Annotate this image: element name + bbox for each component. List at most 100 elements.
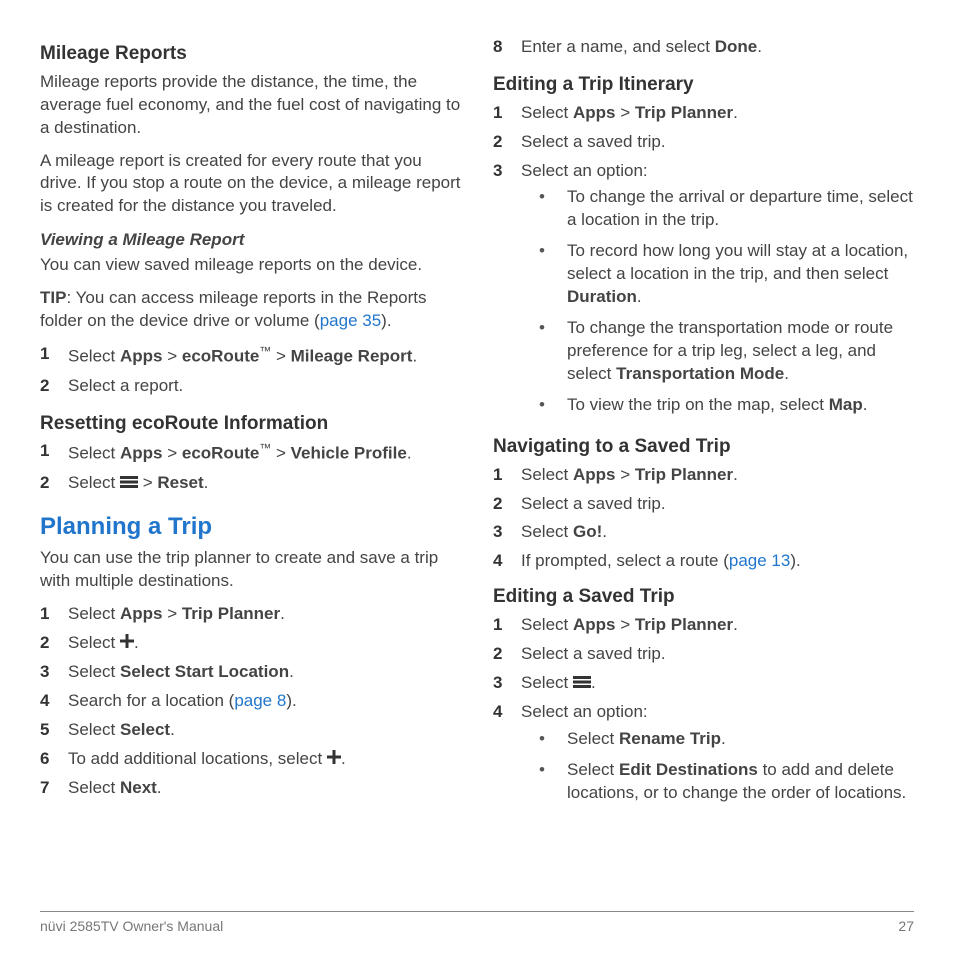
navigating-saved-trip-heading: Navigating to a Saved Trip — [493, 435, 914, 460]
plus-icon — [120, 632, 134, 655]
list-item: 8 Enter a name, and select Done. — [493, 36, 914, 59]
plus-icon — [327, 748, 341, 771]
step-body: Select Apps > Trip Planner. — [521, 102, 914, 125]
step-body: Select Apps > Trip Planner. — [521, 614, 914, 637]
tip-paragraph: TIP: You can access mileage reports in t… — [40, 287, 461, 333]
step-number: 3 — [493, 672, 521, 695]
right-column: 8 Enter a name, and select Done. Editing… — [493, 36, 914, 901]
list-item: • To record how long you will stay at a … — [521, 240, 914, 309]
list-item: • To change the transportation mode or r… — [521, 317, 914, 386]
edit-saved-steps: 1 Select Apps > Trip Planner. 2 Select a… — [493, 614, 914, 813]
menu-icon — [120, 472, 138, 495]
list-item: 1 Select Apps > ecoRoute™ > Vehicle Prof… — [40, 440, 461, 466]
tip-end: ). — [381, 311, 391, 330]
step-body: Select Apps > ecoRoute™ > Mileage Report… — [68, 343, 461, 369]
mileage-reports-heading: Mileage Reports — [40, 42, 461, 67]
step-body: Select Next. — [68, 777, 461, 800]
plan-p: You can use the trip planner to create a… — [40, 547, 461, 593]
step-body: Select an option: • To change the arriva… — [521, 160, 914, 425]
list-item: 3 Select Go!. — [493, 521, 914, 544]
bullet-icon: • — [539, 759, 567, 782]
list-item: 1 Select Apps > Trip Planner. — [493, 614, 914, 637]
step-number: 2 — [493, 643, 521, 666]
reset-ecoroute-heading: Resetting ecoRoute Information — [40, 412, 461, 437]
bullet-body: To record how long you will stay at a lo… — [567, 240, 914, 309]
list-item: 2 Select a saved trip. — [493, 493, 914, 516]
page-footer: nüvi 2585TV Owner's Manual 27 — [40, 911, 914, 934]
step-number: 2 — [40, 472, 68, 495]
step-number: 1 — [493, 614, 521, 637]
step-body: Select a report. — [68, 375, 461, 398]
step-body: Search for a location (page 8). — [68, 690, 461, 713]
bullet-icon: • — [539, 317, 567, 340]
viewing-p1: You can view saved mileage reports on th… — [40, 254, 461, 277]
list-item: • Select Rename Trip. — [521, 728, 914, 751]
list-item: 4 Select an option: • Select Rename Trip… — [493, 701, 914, 813]
list-item: • Select Edit Destinations to add and de… — [521, 759, 914, 805]
step-number: 6 — [40, 748, 68, 771]
list-item: 1 Select Apps > ecoRoute™ > Mileage Repo… — [40, 343, 461, 369]
editing-saved-trip-heading: Editing a Saved Trip — [493, 585, 914, 610]
bullet-icon: • — [539, 394, 567, 417]
step-number: 3 — [493, 521, 521, 544]
step-body: Select an option: • Select Rename Trip. … — [521, 701, 914, 813]
step-number: 2 — [493, 493, 521, 516]
left-column: Mileage Reports Mileage reports provide … — [40, 36, 461, 901]
tip-label: TIP — [40, 288, 66, 307]
list-item: 2 Select a saved trip. — [493, 643, 914, 666]
edit-itin-steps: 1 Select Apps > Trip Planner. 2 Select a… — [493, 102, 914, 425]
step-number: 5 — [40, 719, 68, 742]
bullet-body: To change the transportation mode or rou… — [567, 317, 914, 386]
step-number: 8 — [493, 36, 521, 59]
list-item: 3 Select Select Start Location. — [40, 661, 461, 684]
reset-steps: 1 Select Apps > ecoRoute™ > Vehicle Prof… — [40, 440, 461, 495]
mileage-p1: Mileage reports provide the distance, th… — [40, 71, 461, 140]
page-8-link[interactable]: page 8 — [234, 691, 286, 710]
list-item: • To view the trip on the map, select Ma… — [521, 394, 914, 417]
step-body: If prompted, select a route (page 13). — [521, 550, 914, 573]
list-item: 2 Select . — [40, 632, 461, 655]
page-35-link[interactable]: page 35 — [320, 311, 381, 330]
viewing-mileage-heading: Viewing a Mileage Report — [40, 230, 461, 250]
bullet-icon: • — [539, 728, 567, 751]
bullet-body: To change the arrival or departure time,… — [567, 186, 914, 232]
step-number: 4 — [493, 701, 521, 724]
list-item: 3 Select an option: • To change the arri… — [493, 160, 914, 425]
page-13-link[interactable]: page 13 — [729, 551, 790, 570]
step-number: 1 — [493, 102, 521, 125]
step-number: 1 — [493, 464, 521, 487]
step-number: 2 — [40, 375, 68, 398]
page-number: 27 — [898, 918, 914, 934]
tm: ™ — [259, 344, 271, 358]
footer-title: nüvi 2585TV Owner's Manual — [40, 918, 223, 934]
nav-steps: 1 Select Apps > Trip Planner. 2 Select a… — [493, 464, 914, 574]
edit-itinerary-heading: Editing a Trip Itinerary — [493, 73, 914, 98]
step-number: 1 — [40, 440, 68, 463]
bullet-icon: • — [539, 186, 567, 209]
list-item: 4 If prompted, select a route (page 13). — [493, 550, 914, 573]
bullet-icon: • — [539, 240, 567, 263]
plan-steps: 1 Select Apps > Trip Planner. 2 Select .… — [40, 603, 461, 800]
planning-trip-heading: Planning a Trip — [40, 513, 461, 541]
step-number: 3 — [493, 160, 521, 183]
step-body: Select Apps > ecoRoute™ > Vehicle Profil… — [68, 440, 461, 466]
step-number: 2 — [493, 131, 521, 154]
step-body: Select Apps > Trip Planner. — [68, 603, 461, 626]
step-body: Select > Reset. — [68, 472, 461, 495]
step-number: 4 — [493, 550, 521, 573]
step-body: Select . — [68, 632, 461, 655]
view-mileage-steps: 1 Select Apps > ecoRoute™ > Mileage Repo… — [40, 343, 461, 398]
page-content: Mileage Reports Mileage reports provide … — [40, 36, 914, 901]
step-body: Select Select Start Location. — [68, 661, 461, 684]
list-item: 6 To add additional locations, select . — [40, 748, 461, 771]
step-body: Select Go!. — [521, 521, 914, 544]
tm: ™ — [259, 441, 271, 455]
step-body: Select a saved trip. — [521, 493, 914, 516]
step-number: 3 — [40, 661, 68, 684]
step-number: 1 — [40, 343, 68, 366]
list-item: 1 Select Apps > Trip Planner. — [493, 102, 914, 125]
step-body: To add additional locations, select . — [68, 748, 461, 771]
edit-saved-options: • Select Rename Trip. • Select Edit Dest… — [521, 728, 914, 805]
list-item: 7 Select Next. — [40, 777, 461, 800]
list-item: 4 Search for a location (page 8). — [40, 690, 461, 713]
